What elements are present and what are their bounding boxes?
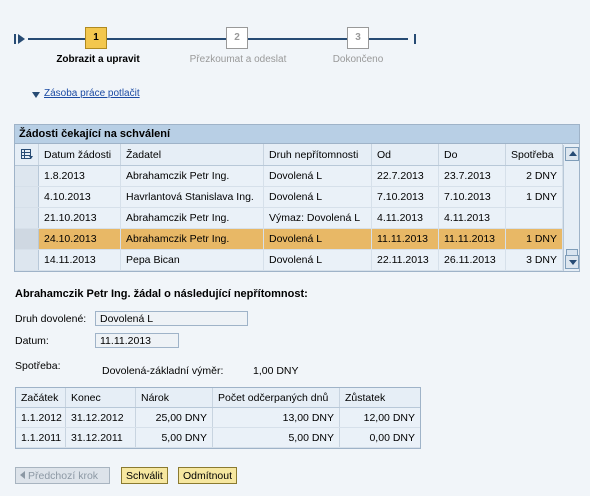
cell-zadatel: Abrahamczik Petr Ing. — [121, 208, 264, 228]
col-header-spotreba[interactable]: Spotřeba — [506, 144, 563, 165]
col-header-narok[interactable]: Nárok — [136, 388, 213, 407]
row-selector[interactable] — [15, 187, 39, 207]
cell-zustatek: 0,00 DNY — [369, 432, 415, 444]
vymer-label: Dovolená-základní výměr: — [102, 365, 224, 377]
step-3-box[interactable]: 3 — [347, 27, 369, 49]
cell-datum: 21.10.2013 — [39, 208, 121, 228]
cell-pocet: 13,00 DNY — [213, 408, 340, 427]
table-row[interactable]: 21.10.2013 Abrahamczik Petr Ing. Výmaz: … — [15, 208, 579, 229]
datum-field[interactable]: 11.11.2013 — [95, 333, 179, 348]
cell-do: 23.7.2013 — [439, 166, 506, 186]
cell-od: 22.7.2013 — [372, 166, 439, 186]
cell-od: 7.10.2013 — [372, 187, 439, 207]
previous-step-label: Předchozí krok — [28, 470, 99, 482]
cell-zadatel: Abrahamczik Petr Ing. — [121, 229, 264, 249]
row-selector[interactable] — [15, 229, 39, 249]
table-row-selected[interactable]: 24.10.2013 Abrahamczik Petr Ing. Dovolen… — [15, 229, 579, 250]
vymer-value: 1,00 DNY — [253, 365, 299, 377]
quota-row: 1.1.2011 31.12.2011 5,00 DNY 5,00 DNY 0,… — [16, 428, 420, 448]
cell-zadatel: Havrlantová Stanislava Ing. — [121, 187, 264, 207]
col-header-konec[interactable]: Konec — [66, 388, 136, 407]
cell-do: 26.11.2013 — [439, 250, 506, 270]
druh-label: Druh dovolené: — [15, 313, 87, 325]
col-header-datum[interactable]: Datum žádosti — [39, 144, 121, 165]
scroll-down-icon[interactable] — [565, 255, 579, 269]
spotreba-label: Spotřeba: — [15, 360, 61, 372]
cell-pocet: 5,00 DNY — [213, 428, 340, 447]
cell-datum: 4.10.2013 — [39, 187, 121, 207]
cell-druh: Dovolená L — [264, 166, 372, 186]
col-header-zustatek[interactable]: Zůstatek — [340, 388, 420, 407]
table-row[interactable]: 1.8.2013 Abrahamczik Petr Ing. Dovolená … — [15, 166, 579, 187]
row-selector[interactable] — [15, 208, 39, 228]
cell-zacatek: 1.1.2012 — [16, 408, 66, 427]
cell-datum: 1.8.2013 — [39, 166, 121, 186]
reject-button[interactable]: Odmítnout — [178, 467, 238, 484]
cell-zadatel: Pepa Bican — [121, 250, 264, 270]
quota-table: Začátek Konec Nárok Počet odčerpaných dn… — [15, 387, 421, 449]
quota-row: 1.1.2012 31.12.2012 25,00 DNY 13,00 DNY … — [16, 408, 420, 428]
cell-do: 11.11.2013 — [439, 229, 506, 249]
cell-narok: 25,00 DNY — [136, 408, 213, 427]
cell-od: 4.11.2013 — [372, 208, 439, 228]
col-header-pocet[interactable]: Počet odčerpaných dnů — [213, 388, 340, 407]
cell-narok: 5,00 DNY — [136, 428, 213, 447]
cell-datum: 14.11.2013 — [39, 250, 121, 270]
cell-druh: Dovolená L — [264, 229, 372, 249]
cell-spotreba: 3 DNY — [506, 250, 563, 270]
table-header: Datum žádosti Žadatel Druh nepřítomnosti… — [15, 144, 579, 166]
collapse-triangle-icon[interactable] — [32, 92, 40, 98]
col-header-od[interactable]: Od — [372, 144, 439, 165]
cell-zacatek: 1.1.2011 — [16, 428, 66, 447]
cell-spotreba: 1 DNY — [506, 229, 563, 249]
detail-heading: Abrahamczik Petr Ing. žádal o následujíc… — [15, 288, 308, 300]
table-scrollbar[interactable] — [563, 145, 579, 271]
cell-zustatek: 12,00 DNY — [363, 412, 415, 424]
previous-step-button[interactable]: Předchozí krok — [15, 467, 110, 484]
cell-spotreba — [506, 208, 563, 228]
cell-spotreba: 2 DNY — [506, 166, 563, 186]
approve-button[interactable]: Schválit — [121, 467, 168, 484]
table-title: Žádosti čekající na schválení — [15, 125, 579, 144]
col-header-zacatek[interactable]: Začátek — [16, 388, 66, 407]
step-1-box[interactable]: 1 — [85, 27, 107, 49]
cell-konec: 31.12.2011 — [66, 428, 136, 447]
row-selector[interactable] — [15, 250, 39, 270]
datum-label: Datum: — [15, 335, 49, 347]
roadmap-end-icon — [414, 34, 416, 44]
col-header-druh[interactable]: Druh nepřítomnosti — [264, 144, 372, 165]
roadmap-start-icon — [14, 34, 25, 44]
druh-field[interactable]: Dovolená L — [95, 311, 248, 326]
cell-do: 4.11.2013 — [439, 208, 506, 228]
cell-druh: Dovolená L — [264, 250, 372, 270]
wizard-roadmap: 1 Zobrazit a upravit 2 Přezkoumat a odes… — [0, 0, 590, 80]
collapse-worklist-link[interactable]: Zásoba práce potlačit — [44, 88, 140, 99]
cell-druh: Výmaz: Dovolená L — [264, 208, 372, 228]
scroll-up-icon[interactable] — [565, 147, 579, 161]
table-row[interactable]: 14.11.2013 Pepa Bican Dovolená L 22.11.2… — [15, 250, 579, 271]
step-2-box[interactable]: 2 — [226, 27, 248, 49]
cell-zadatel: Abrahamczik Petr Ing. — [121, 166, 264, 186]
row-selector[interactable] — [15, 166, 39, 186]
cell-od: 11.11.2013 — [372, 229, 439, 249]
step-3-label[interactable]: Dokončeno — [298, 54, 418, 65]
col-header-zadatel[interactable]: Žadatel — [121, 144, 264, 165]
table-settings-icon[interactable] — [15, 144, 39, 165]
step-1-label[interactable]: Zobrazit a upravit — [38, 54, 158, 65]
cell-do: 7.10.2013 — [439, 187, 506, 207]
step-2-label[interactable]: Přezkoumat a odeslat — [178, 54, 298, 65]
cell-od: 22.11.2013 — [372, 250, 439, 270]
table-row[interactable]: 4.10.2013 Havrlantová Stanislava Ing. Do… — [15, 187, 579, 208]
quota-header: Začátek Konec Nárok Počet odčerpaných dn… — [16, 388, 420, 408]
cell-druh: Dovolená L — [264, 187, 372, 207]
cell-konec: 31.12.2012 — [66, 408, 136, 427]
requests-table: Žádosti čekající na schválení Datum žádo… — [14, 124, 580, 272]
cell-datum: 24.10.2013 — [39, 229, 121, 249]
col-header-do[interactable]: Do — [439, 144, 506, 165]
arrow-left-icon — [20, 471, 25, 479]
cell-spotreba: 1 DNY — [506, 187, 563, 207]
